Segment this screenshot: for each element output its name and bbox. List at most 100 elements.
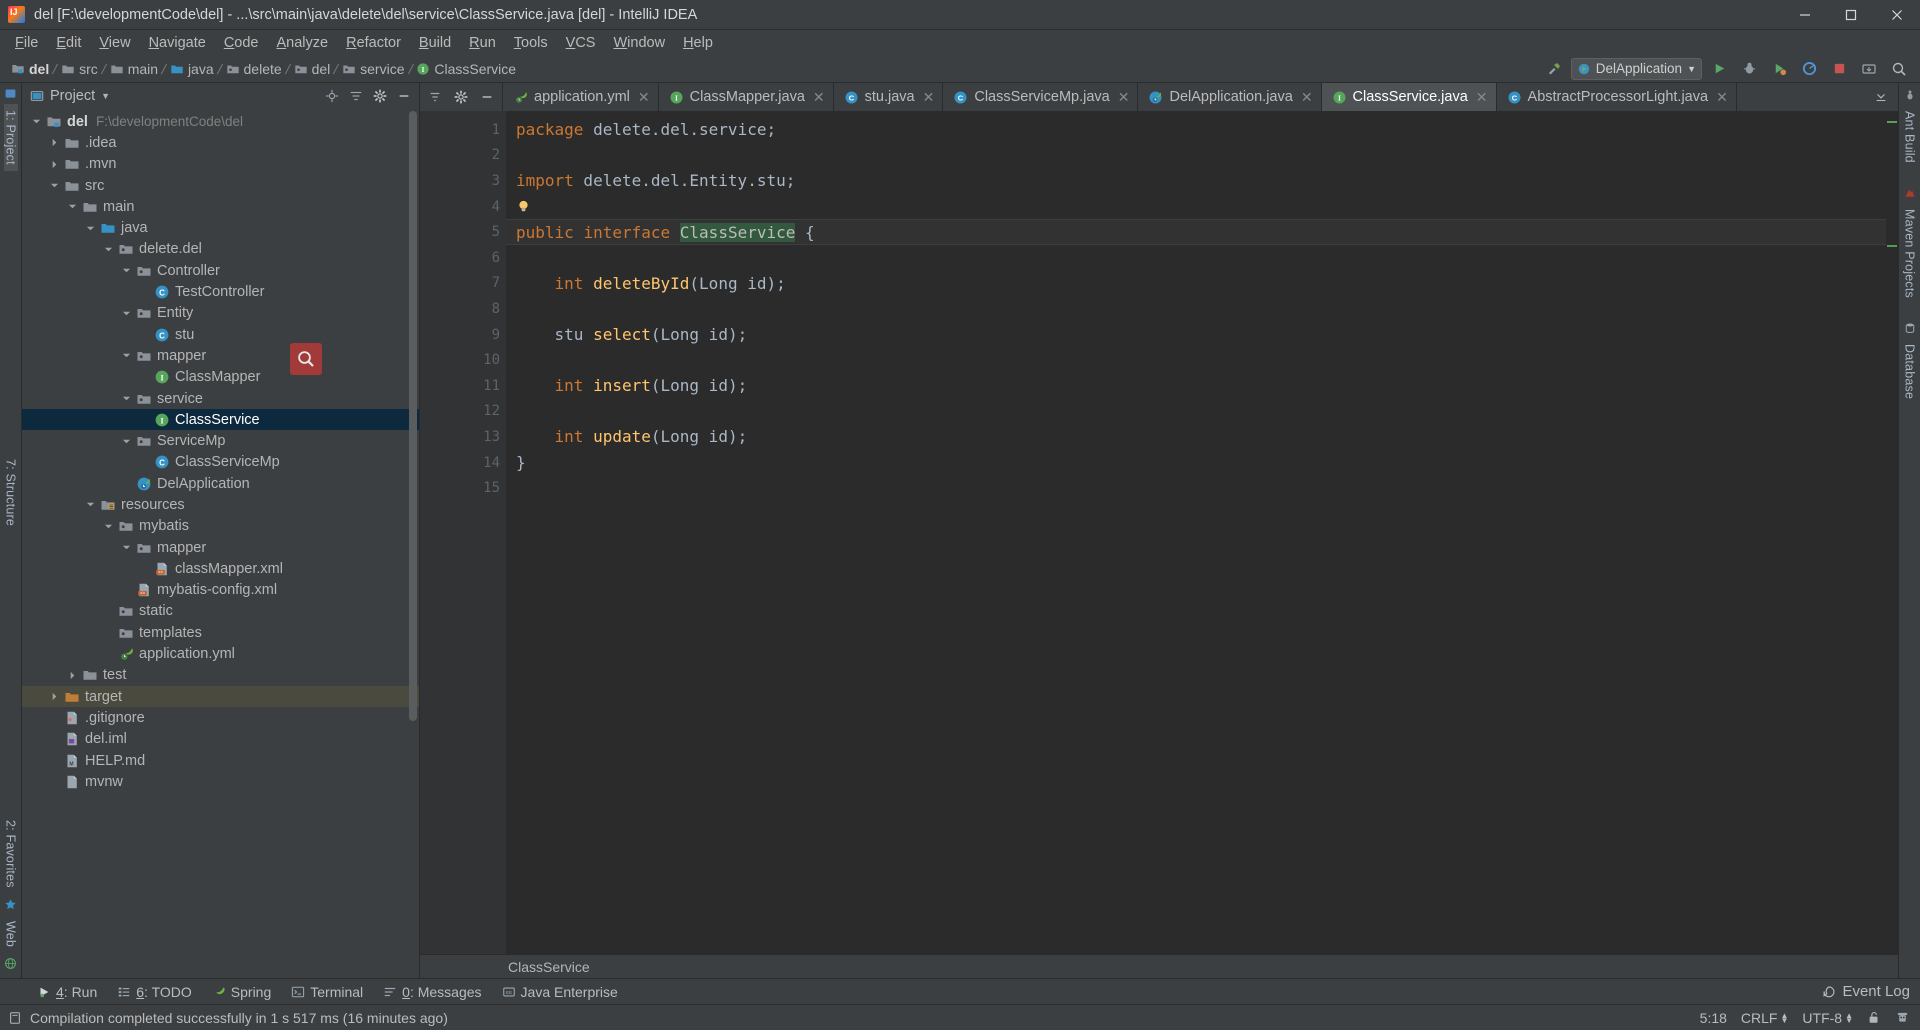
stop-icon[interactable] bbox=[1826, 57, 1852, 81]
menu-item-window[interactable]: Window bbox=[604, 33, 674, 53]
close-icon[interactable]: ✕ bbox=[638, 89, 650, 106]
close-button[interactable] bbox=[1874, 0, 1920, 30]
editor-breadcrumb[interactable]: ClassService bbox=[420, 954, 1898, 978]
gutter-line-8[interactable]: 8 bbox=[434, 296, 506, 322]
line-separator-selector[interactable]: CRLF ▲ ▼ bbox=[1741, 1010, 1788, 1026]
tool-window-button-4-run[interactable]: 4: Run bbox=[28, 982, 106, 1002]
minimize-button[interactable] bbox=[1782, 0, 1828, 30]
breadcrumb-item-src[interactable]: src bbox=[58, 61, 101, 77]
tree-node-classmapper-xml[interactable]: <> classMapper.xml bbox=[22, 558, 419, 579]
chevron-down-icon[interactable] bbox=[120, 541, 133, 554]
code-line-14[interactable]: } bbox=[506, 450, 1886, 476]
settings-gear-icon[interactable] bbox=[369, 85, 391, 107]
menu-item-analyze[interactable]: Analyze bbox=[268, 33, 338, 53]
sidebar-item-database[interactable]: Database bbox=[1903, 338, 1917, 405]
menu-item-tools[interactable]: Tools bbox=[505, 33, 557, 53]
tree-node--gitignore[interactable]: .gitignore bbox=[22, 707, 419, 728]
gutter-line-10[interactable]: 10 bbox=[434, 347, 506, 373]
tree-node-resources[interactable]: resources bbox=[22, 494, 419, 515]
tree-node-entity[interactable]: Entity bbox=[22, 303, 419, 324]
tree-node-mapper[interactable]: mapper bbox=[22, 537, 419, 558]
close-icon[interactable]: ✕ bbox=[923, 89, 935, 106]
chevron-down-icon[interactable] bbox=[102, 520, 115, 533]
tree-node-test[interactable]: test bbox=[22, 665, 419, 686]
menu-item-view[interactable]: View bbox=[90, 33, 139, 53]
gutter-line-11[interactable]: 11I bbox=[434, 373, 548, 399]
unlocked-padlock-icon[interactable] bbox=[1867, 1010, 1881, 1025]
gutter-line-15[interactable]: 15 bbox=[434, 475, 506, 501]
menu-item-file[interactable]: File bbox=[6, 33, 47, 53]
gutter-line-13[interactable]: 13I bbox=[434, 424, 548, 450]
menu-item-help[interactable]: Help bbox=[674, 33, 722, 53]
chevron-down-icon[interactable] bbox=[120, 307, 133, 320]
chevron-down-icon[interactable] bbox=[30, 115, 43, 128]
tree-node-main[interactable]: main bbox=[22, 196, 419, 217]
breadcrumb-item-main[interactable]: main bbox=[107, 61, 161, 77]
gutter-line-12[interactable]: 12 bbox=[434, 399, 506, 425]
code-line-12[interactable] bbox=[506, 399, 1886, 425]
chevron-down-icon[interactable] bbox=[84, 498, 97, 511]
maximize-button[interactable] bbox=[1828, 0, 1874, 30]
tree-node-delapplication[interactable]: DelApplication bbox=[22, 473, 419, 494]
code-content[interactable]: package delete. del. service; import delete… bbox=[506, 111, 1886, 954]
tool-window-button-6-todo[interactable]: 6: TODO bbox=[108, 982, 201, 1002]
status-message[interactable]: Compilation completed successfully in 1 … bbox=[30, 1010, 448, 1026]
gutter-line-3[interactable]: 3 bbox=[434, 168, 506, 194]
gutter-line-2[interactable]: 2 bbox=[434, 143, 506, 169]
chevron-right-icon[interactable] bbox=[48, 158, 61, 171]
hide-icon[interactable] bbox=[474, 84, 500, 111]
sidebar-item-ant-build[interactable]: Ant Build bbox=[1903, 105, 1917, 169]
tree-node-controller[interactable]: Controller bbox=[22, 260, 419, 281]
gutter-line-5[interactable]: 5I bbox=[434, 219, 548, 245]
profile-icon[interactable] bbox=[1796, 57, 1822, 81]
menu-item-vcs[interactable]: VCS bbox=[557, 33, 605, 53]
chevron-down-icon[interactable] bbox=[84, 222, 97, 235]
locate-icon[interactable] bbox=[321, 85, 343, 107]
chevron-down-icon[interactable]: ▼ bbox=[101, 91, 110, 101]
editor-tab-classservice-java[interactable]: I ClassService.java ✕ bbox=[1321, 83, 1497, 111]
sidebar-item-structure[interactable]: 7: Structure bbox=[4, 453, 18, 532]
gutter-line-4[interactable]: 4 bbox=[434, 194, 506, 220]
tree-node-mybatis[interactable]: mybatis bbox=[22, 516, 419, 537]
chevron-down-icon[interactable] bbox=[102, 243, 115, 256]
web-globe-icon[interactable] bbox=[4, 953, 17, 974]
tree-node--idea[interactable]: .idea bbox=[22, 132, 419, 153]
tree-node-help-md[interactable]: M HELP.md bbox=[22, 750, 419, 771]
editor-marker-pane[interactable] bbox=[1886, 111, 1898, 954]
editor-tab-classservicemp-java[interactable]: C ClassServiceMp.java ✕ bbox=[943, 83, 1139, 111]
tree-node-testcontroller[interactable]: C TestController bbox=[22, 281, 419, 302]
tree-node-target[interactable]: target bbox=[22, 686, 419, 708]
intention-bulb-icon[interactable] bbox=[516, 199, 531, 214]
code-line-2[interactable] bbox=[506, 143, 1886, 169]
chevron-down-icon[interactable] bbox=[120, 435, 133, 448]
editor-tab-stu-java[interactable]: Cstu.java ✕ bbox=[833, 83, 944, 111]
tree-node-java[interactable]: java bbox=[22, 217, 419, 238]
code-line-8[interactable] bbox=[506, 296, 1886, 322]
tree-node-application-yml[interactable]: application.yml bbox=[22, 643, 419, 664]
chevron-right-icon[interactable] bbox=[66, 669, 79, 682]
close-icon[interactable]: ✕ bbox=[813, 89, 825, 106]
collapse-all-icon[interactable] bbox=[422, 84, 448, 111]
tree-node-mvnw[interactable]: mvnw bbox=[22, 771, 419, 792]
editor-tabs-overflow-icon[interactable] bbox=[1868, 84, 1894, 111]
tree-node-classservicemp[interactable]: C ClassServiceMp bbox=[22, 452, 419, 473]
code-line-4[interactable] bbox=[506, 194, 1886, 220]
code-line-13[interactable]: int update(Long id); bbox=[506, 424, 1886, 450]
breadcrumb-item-service[interactable]: service bbox=[339, 61, 407, 77]
code-line-1[interactable]: package delete. del. service; bbox=[506, 117, 1886, 143]
encoding-selector[interactable]: UTF-8 ▲ ▼ bbox=[1802, 1010, 1853, 1026]
run-coverage-icon[interactable] bbox=[1766, 57, 1792, 81]
code-line-11[interactable]: int insert(Long id); bbox=[506, 373, 1886, 399]
menu-item-code[interactable]: Code bbox=[215, 33, 268, 53]
tool-window-button-0-messages[interactable]: 0: Messages bbox=[374, 982, 490, 1002]
breadcrumb-item-classservice[interactable]: I ClassService bbox=[413, 61, 519, 77]
run-icon[interactable] bbox=[1706, 57, 1732, 81]
caret-position[interactable]: 5:18 bbox=[1700, 1010, 1727, 1026]
breadcrumb-item-java[interactable]: java bbox=[167, 61, 217, 77]
settings-gear-icon[interactable] bbox=[448, 84, 474, 111]
code-line-10[interactable] bbox=[506, 347, 1886, 373]
code-line-3[interactable]: import delete. del. Entity. stu; bbox=[506, 168, 1886, 194]
breadcrumb-item-del[interactable]: del bbox=[291, 61, 334, 77]
tree-node-src[interactable]: src bbox=[22, 175, 419, 196]
tree-node-del-iml[interactable]: del.iml bbox=[22, 729, 419, 750]
